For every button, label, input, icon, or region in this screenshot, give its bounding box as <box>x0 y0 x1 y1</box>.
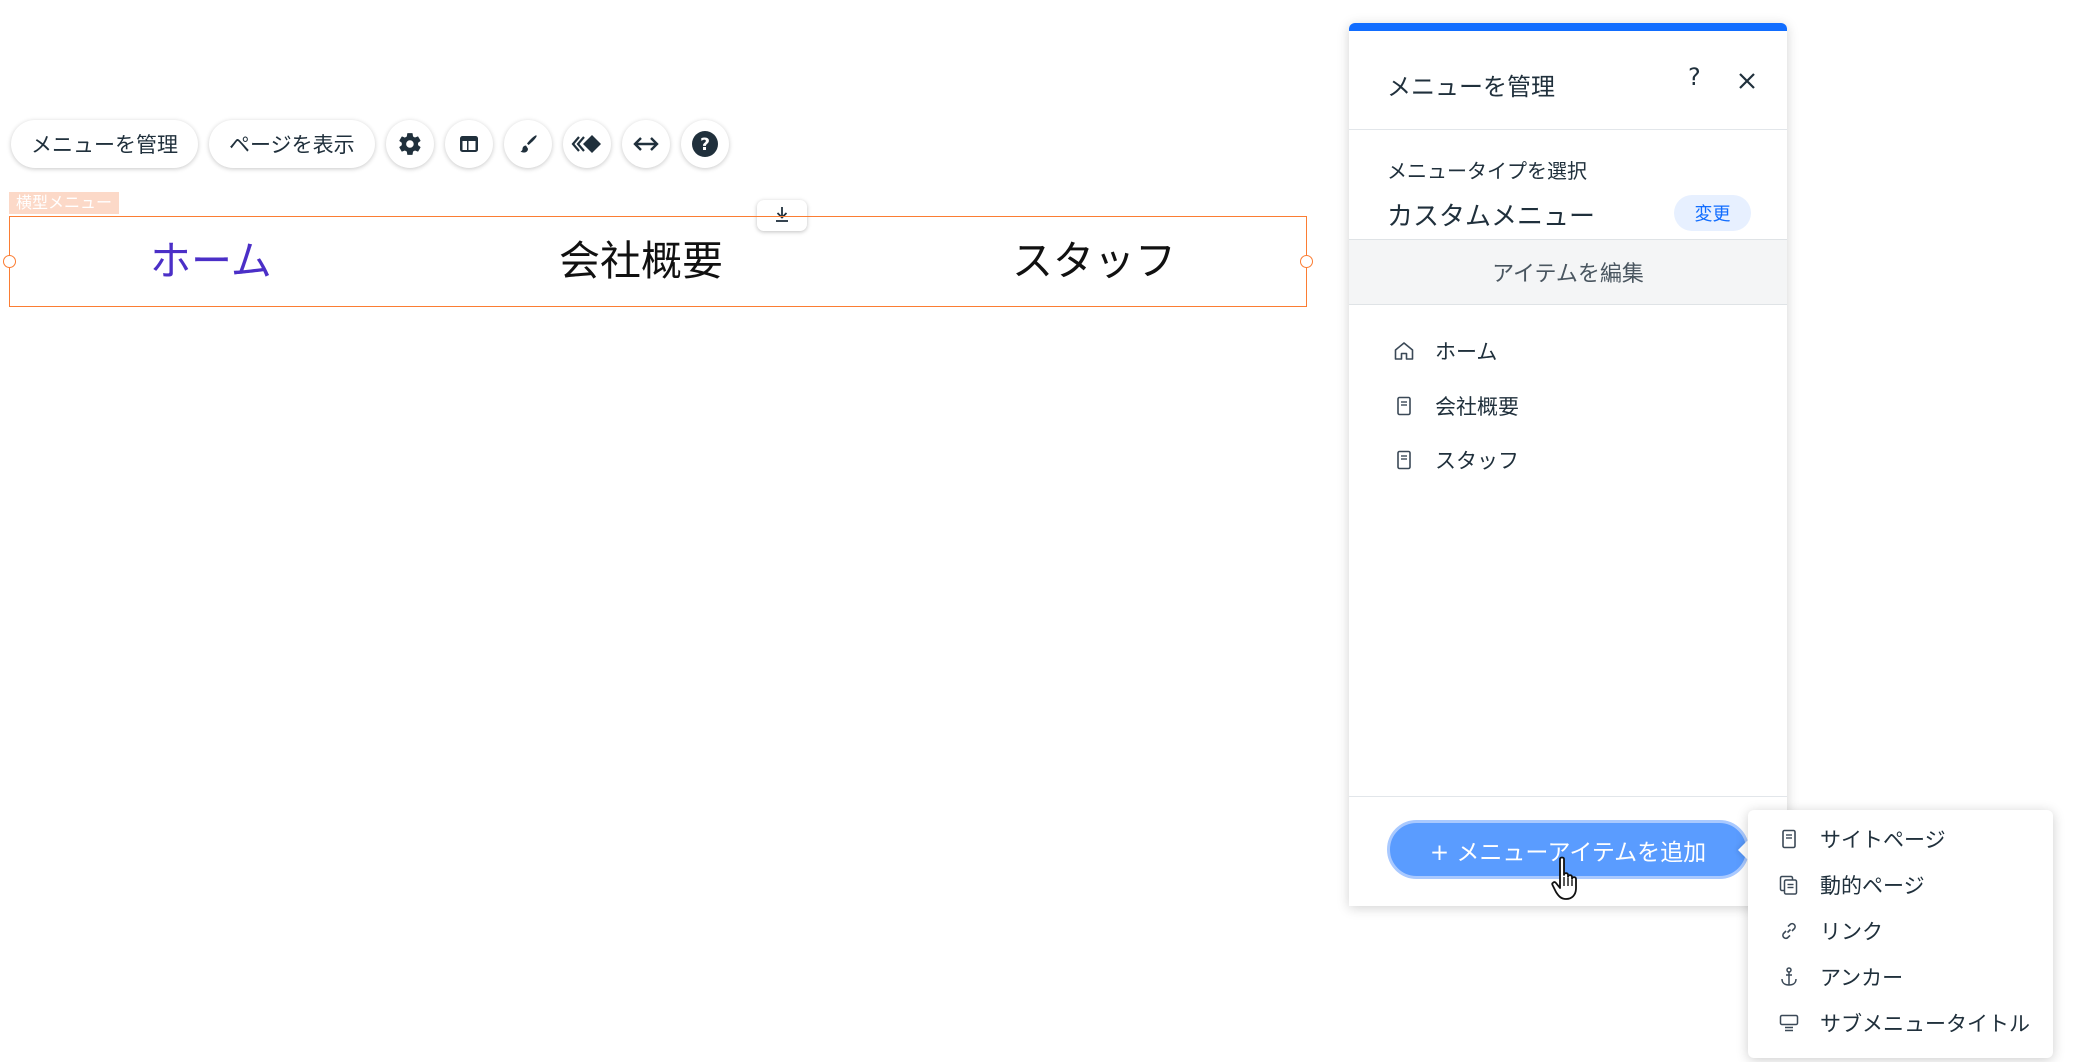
dropdown-item-label: サイトページ <box>1820 828 1946 852</box>
design-button[interactable] <box>503 120 552 168</box>
animation-icon <box>570 133 604 155</box>
pointer-hand-icon <box>1550 855 1584 903</box>
change-menu-type-button[interactable]: 変更 <box>1674 195 1751 231</box>
dropdown-item-site-page[interactable]: サイトページ <box>1776 824 1946 854</box>
menu-item-home[interactable]: ホーム <box>150 236 272 286</box>
panel-menu-item-label: ホーム <box>1435 340 1498 364</box>
stretch-icon <box>632 134 660 154</box>
editor-canvas: メニューを管理 ページを表示 ? 横型メニュー ホーム 会社概要 スタッフ メニ… <box>0 0 2080 1062</box>
settings-button[interactable] <box>385 120 434 168</box>
dropdown-item-label: 動的ページ <box>1820 874 1925 898</box>
panel-menu-item-staff[interactable]: スタッフ <box>1391 445 1519 475</box>
help-icon: ? <box>691 130 719 158</box>
panel-accent-bar <box>1349 23 1787 31</box>
animation-button[interactable] <box>562 120 611 168</box>
show-pages-button[interactable]: ページを表示 <box>209 120 375 168</box>
svg-text:?: ? <box>700 135 710 155</box>
panel-close-button[interactable] <box>1737 71 1757 91</box>
dropdown-item-label: サブメニュータイトル <box>1820 1012 2030 1036</box>
page-icon <box>1391 447 1417 473</box>
dropdown-item-dynamic-page[interactable]: 動的ページ <box>1776 870 1925 900</box>
menu-type-value: カスタムメニュー <box>1387 202 1596 232</box>
panel-title: メニューを管理 <box>1387 73 1555 101</box>
resize-handle-right[interactable] <box>1300 255 1313 268</box>
stretch-button[interactable] <box>621 120 670 168</box>
component-toolbar: メニューを管理 ページを表示 ? <box>11 120 740 168</box>
menu-item-staff[interactable]: スタッフ <box>1012 236 1176 286</box>
manage-menu-button[interactable]: メニューを管理 <box>11 120 198 168</box>
dropdown-item-label: リンク <box>1820 920 1883 944</box>
dynamic-page-icon <box>1776 872 1802 898</box>
panel-help-button[interactable]: ? <box>1688 63 1701 91</box>
menu-type-label: メニュータイプを選択 <box>1387 159 1587 183</box>
help-button[interactable]: ? <box>680 120 729 168</box>
resize-handle-left[interactable] <box>3 255 16 268</box>
close-icon <box>1737 73 1757 95</box>
edit-items-section-header: アイテムを編集 <box>1349 239 1787 305</box>
dropdown-item-anchor[interactable]: アンカー <box>1776 962 1903 992</box>
panel-menu-item-label: 会社概要 <box>1435 395 1519 419</box>
link-icon <box>1776 918 1802 944</box>
layout-icon <box>457 132 481 156</box>
add-item-type-dropdown: サイトページ 動的ページ リンク アンカー サブメニュータイトル <box>1748 810 2053 1058</box>
panel-menu-item-home[interactable]: ホーム <box>1391 336 1497 366</box>
dropdown-item-submenu-title[interactable]: サブメニュータイトル <box>1776 1008 2030 1038</box>
submenu-title-icon <box>1776 1010 1802 1036</box>
design-brush-icon <box>516 132 540 156</box>
menu-item-about[interactable]: 会社概要 <box>559 236 723 286</box>
panel-footer-divider <box>1349 796 1787 797</box>
page-icon <box>1776 826 1802 852</box>
panel-menu-item-label: スタッフ <box>1435 449 1519 473</box>
layout-button[interactable] <box>444 120 493 168</box>
home-icon <box>1391 338 1417 364</box>
anchor-icon <box>1776 964 1802 990</box>
manage-menu-panel: メニューを管理 ? メニュータイプを選択 カスタムメニュー 変更 アイテムを編集… <box>1349 23 1787 906</box>
dropdown-item-link[interactable]: リンク <box>1776 916 1883 946</box>
page-icon <box>1391 393 1417 419</box>
settings-icon <box>397 131 423 157</box>
panel-menu-item-about[interactable]: 会社概要 <box>1391 391 1519 421</box>
dropdown-item-label: アンカー <box>1820 966 1904 990</box>
component-type-tag: 横型メニュー <box>9 192 120 214</box>
